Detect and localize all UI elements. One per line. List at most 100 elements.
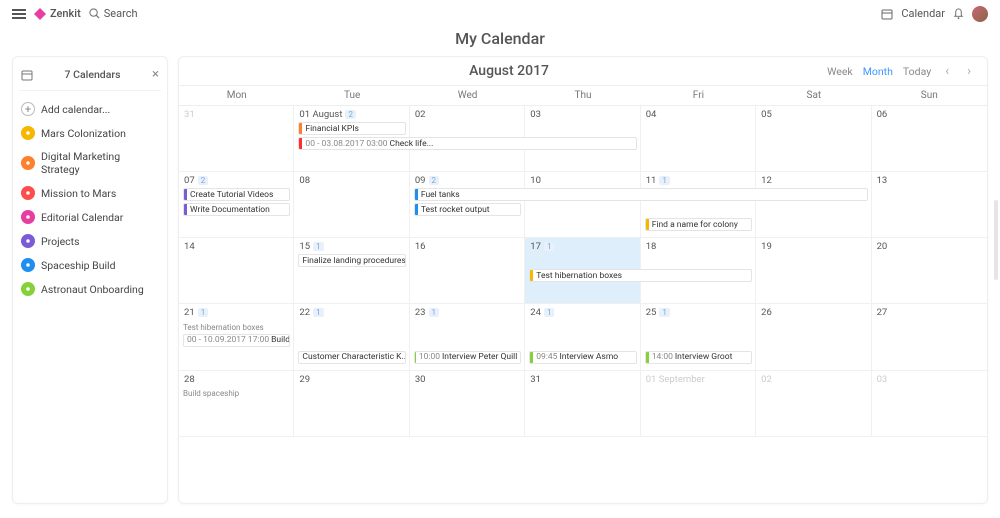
- sidebar: 7 Calendars × + Add calendar... Mars Col…: [12, 56, 168, 504]
- search-placeholder: Search: [104, 7, 138, 20]
- sidebar-item[interactable]: Spaceship Build: [19, 253, 161, 277]
- event[interactable]: Fuel tanks: [414, 188, 868, 201]
- day-cell[interactable]: 01 September: [641, 371, 756, 437]
- event[interactable]: 00 - 10.09.2017 17:00Build spa...: [183, 334, 290, 347]
- event[interactable]: Create Tutorial Videos: [183, 188, 290, 201]
- sidebar-item-label: Projects: [41, 235, 80, 248]
- day-cell[interactable]: 14: [179, 238, 294, 304]
- prev-icon[interactable]: ‹: [941, 64, 953, 79]
- day-cell[interactable]: 05: [756, 106, 871, 172]
- event-title: Interview Peter Quill: [442, 352, 517, 362]
- event-time: 00 - 10.09.2017 17:00: [187, 335, 269, 345]
- event[interactable]: 09:45Interview Asmo: [529, 351, 636, 364]
- event-color-bar: [415, 352, 416, 363]
- scrollbar[interactable]: [994, 200, 998, 280]
- sidebar-item[interactable]: Digital Marketing Strategy: [19, 145, 161, 181]
- date-label: 02: [761, 374, 772, 385]
- day-cell[interactable]: 27: [872, 304, 987, 370]
- add-calendar[interactable]: + Add calendar...: [19, 97, 161, 121]
- event-title: Find a name for colony: [652, 220, 738, 230]
- topbar: Zenkit Search Calendar: [0, 0, 1000, 27]
- event[interactable]: Build spaceship: [183, 387, 290, 400]
- dow-header: MonTueWedThuFriSatSun: [179, 85, 987, 106]
- day-cell[interactable]: 13: [872, 172, 987, 238]
- day-cell[interactable]: 06: [872, 106, 987, 172]
- event[interactable]: 14:00Interview Groot: [645, 351, 752, 364]
- next-icon[interactable]: ›: [963, 64, 975, 79]
- event-time: 14:00: [652, 352, 673, 362]
- event[interactable]: 10:00Interview Peter Quill: [414, 351, 521, 364]
- bell-icon[interactable]: [953, 8, 964, 20]
- event[interactable]: Write Documentation: [183, 203, 290, 216]
- view-week[interactable]: Week: [827, 65, 853, 78]
- day-cell[interactable]: 20: [872, 238, 987, 304]
- sidebar-item[interactable]: Astronaut Onboarding: [19, 277, 161, 301]
- day-cell[interactable]: 03: [872, 371, 987, 437]
- calendar-icon[interactable]: [881, 8, 893, 20]
- event-title: Test hibernation boxes: [536, 271, 622, 281]
- day-cell[interactable]: 151: [294, 238, 409, 304]
- search[interactable]: Search: [89, 7, 138, 20]
- date-label: 20: [877, 241, 888, 252]
- event[interactable]: Test rocket output: [414, 203, 521, 216]
- close-icon[interactable]: ×: [152, 67, 159, 82]
- event[interactable]: Test hibernation boxes: [183, 321, 290, 334]
- event-color-bar: [530, 270, 533, 281]
- day-cell[interactable]: 19: [756, 238, 871, 304]
- date-label: 14: [184, 241, 195, 252]
- day-cell[interactable]: 26: [756, 304, 871, 370]
- event[interactable]: Test hibernation boxes: [529, 269, 752, 282]
- event[interactable]: Customer Characteristic K...: [298, 351, 405, 364]
- event[interactable]: Financial KPIs: [298, 122, 405, 135]
- day-cell[interactable]: 29: [294, 371, 409, 437]
- date-label: 10: [530, 175, 541, 186]
- day-cell[interactable]: 28: [179, 371, 294, 437]
- event[interactable]: Find a name for colony: [645, 218, 752, 231]
- day-cell[interactable]: 12: [756, 172, 871, 238]
- day-cell[interactable]: 04: [641, 106, 756, 172]
- color-dot-icon: [21, 156, 35, 170]
- day-cell[interactable]: 02: [756, 371, 871, 437]
- date-label: 151: [299, 241, 323, 252]
- date-label: 30: [415, 374, 426, 385]
- event-color-bar: [299, 138, 302, 149]
- day-cell[interactable]: 31: [525, 371, 640, 437]
- view-month[interactable]: Month: [863, 65, 893, 78]
- date-label: 08: [299, 175, 310, 186]
- avatar[interactable]: [972, 6, 988, 22]
- day-cell[interactable]: 31: [179, 106, 294, 172]
- date-label: 03: [877, 374, 888, 385]
- sidebar-item[interactable]: Editorial Calendar: [19, 205, 161, 229]
- dow-cell: Sat: [756, 86, 871, 105]
- calendar: August 2017 Week Month Today ‹ › MonTueW…: [178, 56, 988, 504]
- color-dot-icon: [21, 186, 35, 200]
- sidebar-item[interactable]: Projects: [19, 229, 161, 253]
- plus-icon: +: [21, 102, 35, 116]
- event-title: Interview Groot: [675, 352, 733, 362]
- view-today[interactable]: Today: [903, 65, 931, 78]
- day-cell[interactable]: 16: [410, 238, 525, 304]
- count-badge: 2: [345, 110, 356, 119]
- event-title: Test hibernation boxes: [183, 323, 264, 332]
- day-cell[interactable]: 30: [410, 371, 525, 437]
- color-dot-icon: [21, 126, 35, 140]
- topbar-calendar-label[interactable]: Calendar: [901, 7, 945, 20]
- day-cell[interactable]: 08: [294, 172, 409, 238]
- brand[interactable]: Zenkit: [34, 7, 81, 20]
- sidebar-item-label: Astronaut Onboarding: [41, 283, 144, 296]
- sidebar-item[interactable]: Mars Colonization: [19, 121, 161, 145]
- dow-cell: Fri: [641, 86, 756, 105]
- search-icon: [89, 8, 100, 19]
- sidebar-item-label: Mission to Mars: [41, 187, 116, 200]
- day-cell[interactable]: 10: [525, 172, 640, 238]
- event-time: 00 - 03.08.2017 03:00: [305, 139, 387, 149]
- event[interactable]: Finalize landing procedures: [298, 254, 405, 267]
- date-label: 05: [761, 109, 772, 120]
- menu-icon[interactable]: [12, 9, 26, 19]
- brand-icon: [34, 8, 46, 20]
- event-color-bar: [415, 204, 418, 215]
- event[interactable]: 00 - 03.08.2017 03:00Check life...: [298, 137, 636, 150]
- sidebar-item-label: Digital Marketing Strategy: [41, 150, 159, 176]
- date-label: 02: [415, 109, 426, 120]
- sidebar-item[interactable]: Mission to Mars: [19, 181, 161, 205]
